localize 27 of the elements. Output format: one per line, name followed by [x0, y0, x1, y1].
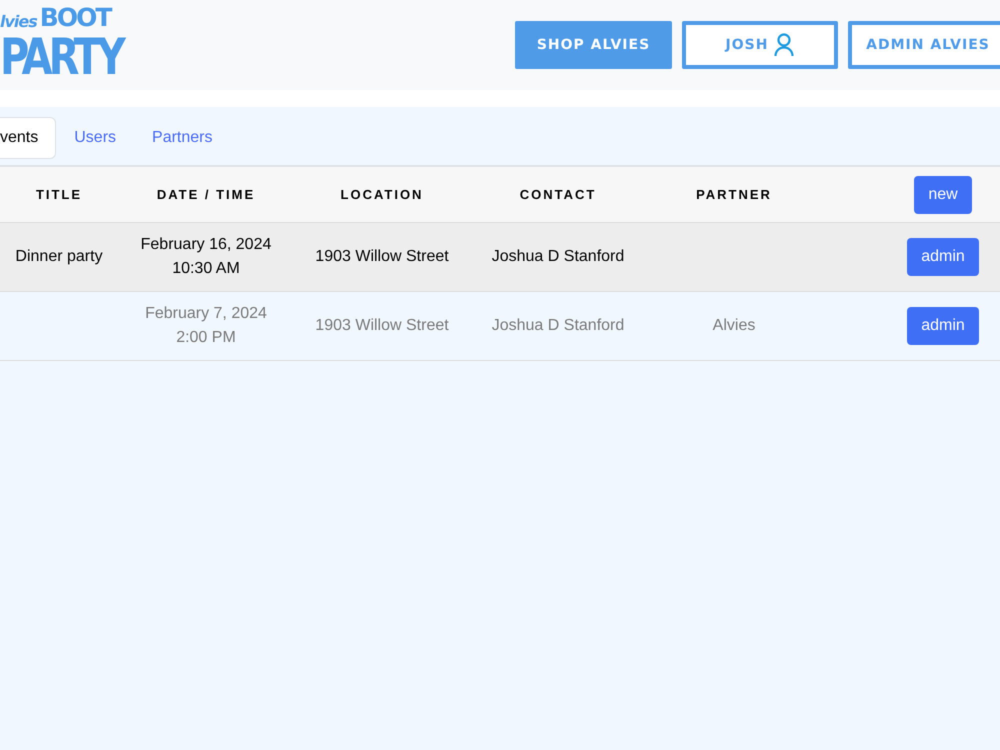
column-header: LOCATION: [340, 187, 424, 202]
new-button[interactable]: new: [914, 176, 972, 214]
column-header: DATE / TIME: [156, 187, 256, 202]
logo-script: lvies: [0, 12, 37, 31]
logo-text: BOOT: [40, 5, 110, 31]
column-header: TITLE: [36, 187, 82, 202]
user-icon: [774, 33, 794, 57]
table-cell-text: February 7, 2024 2:00 PM: [145, 304, 267, 348]
column-header: PARTNER: [696, 187, 772, 202]
table-cell-text: 1903 Willow Street: [315, 316, 449, 336]
table-cell-text: Dinner party: [15, 247, 103, 267]
table-cell-text: Alvies: [712, 316, 756, 336]
tab[interactable]: vents: [0, 117, 56, 159]
table-cell-text: Joshua D Stanford: [492, 316, 624, 336]
user-button[interactable]: JOSH: [682, 21, 838, 69]
admin-button[interactable]: ADMIN ALVIES: [848, 21, 1000, 69]
logo[interactable]: lvies BOOT PARTY: [0, 5, 152, 85]
table-cell-text: Joshua D Stanford: [492, 247, 624, 267]
table-cell-text: 1903 Willow Street: [315, 247, 449, 267]
admin-button[interactable]: admin: [907, 307, 979, 345]
tab[interactable]: Users: [56, 117, 134, 159]
admin-button[interactable]: admin: [907, 238, 979, 276]
table-cell-text: February 16, 2024 10:30 AM: [140, 235, 272, 279]
tab[interactable]: Partners: [134, 117, 230, 159]
logo-text: PARTY: [0, 31, 122, 83]
column-header: CONTACT: [520, 187, 596, 202]
shop-button[interactable]: SHOP ALVIES: [515, 21, 672, 69]
